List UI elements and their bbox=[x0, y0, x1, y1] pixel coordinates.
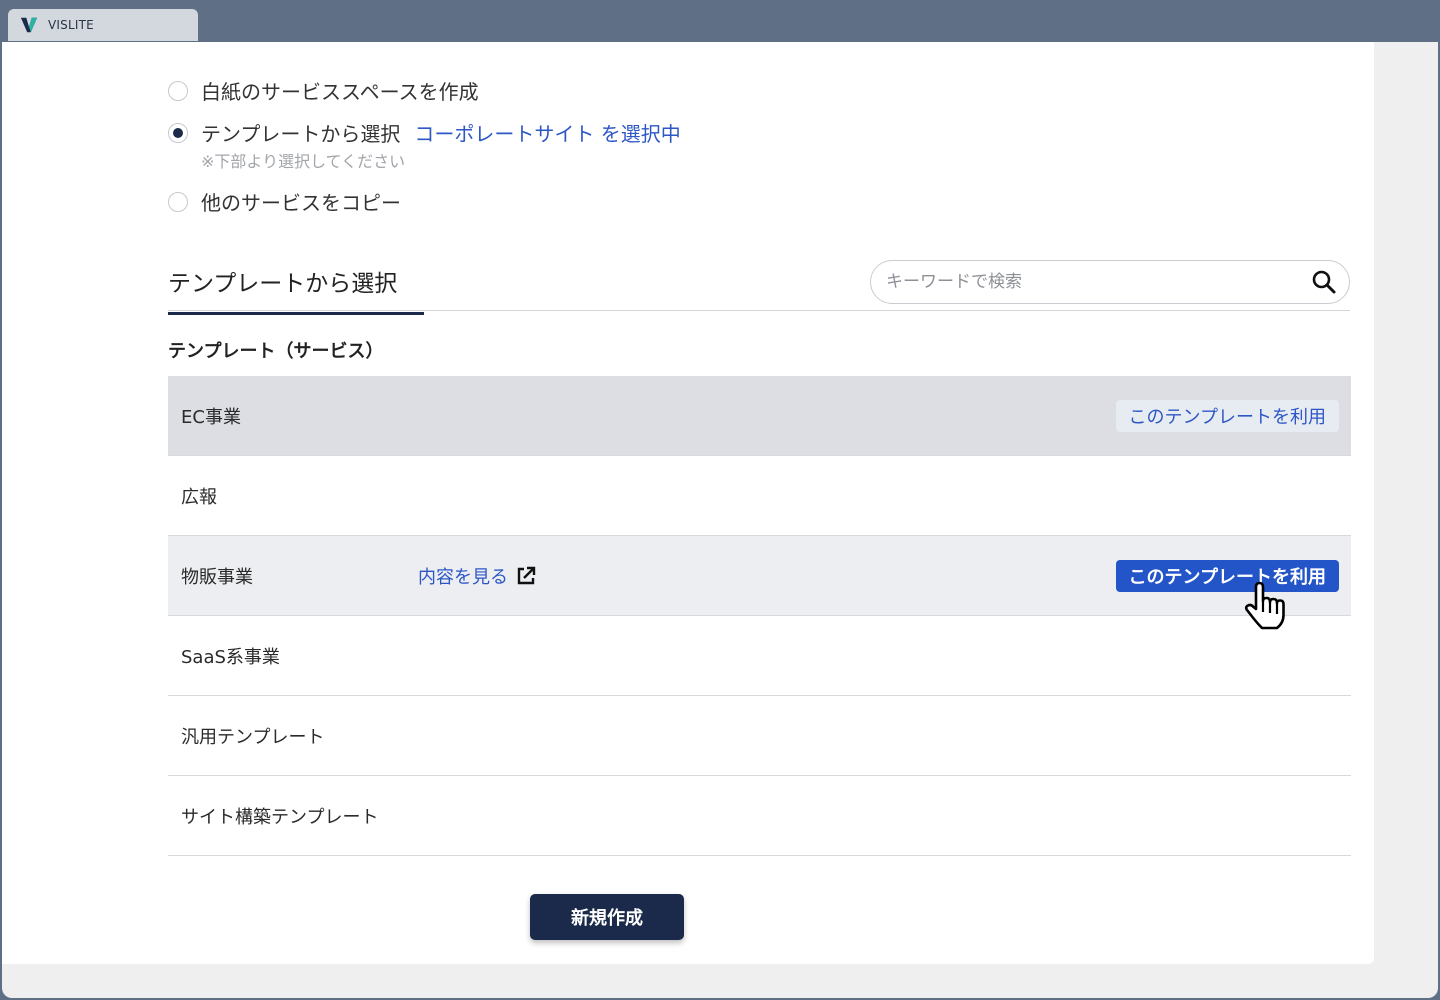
option-template-hint: ※下部より選択してください bbox=[201, 152, 406, 171]
template-row-ec[interactable]: EC事業 このテンプレートを利用 bbox=[168, 376, 1351, 456]
section-divider bbox=[168, 310, 1350, 311]
template-row-site[interactable]: サイト構築テンプレート bbox=[168, 776, 1351, 856]
template-row-retail[interactable]: 物販事業 内容を見る このテンプレートを利用 bbox=[168, 536, 1351, 616]
template-row-pr[interactable]: 広報 bbox=[168, 456, 1351, 536]
view-content-link[interactable]: 内容を見る bbox=[418, 563, 537, 589]
template-name: 広報 bbox=[181, 486, 217, 508]
template-name: EC事業 bbox=[181, 406, 241, 428]
template-name: 物販事業 bbox=[181, 566, 253, 588]
create-new-button[interactable]: 新規作成 bbox=[530, 894, 684, 940]
use-template-button-ec[interactable]: このテンプレートを利用 bbox=[1115, 399, 1339, 432]
template-row-general[interactable]: 汎用テンプレート bbox=[168, 696, 1351, 776]
app-tab[interactable]: VISLITE bbox=[8, 9, 198, 41]
radio-blank[interactable] bbox=[168, 80, 188, 101]
option-blank-label: 白紙のサービススペースを作成 bbox=[201, 80, 479, 104]
template-name: 汎用テンプレート bbox=[181, 726, 325, 748]
view-content-label: 内容を見る bbox=[418, 566, 508, 588]
option-template-label: テンプレートから選択 bbox=[201, 122, 401, 146]
template-name: サイト構築テンプレート bbox=[181, 806, 379, 828]
main-panel: 白紙のサービススペースを作成 テンプレートから選択 コーポレートサイト を選択中… bbox=[2, 42, 1374, 964]
option-copy[interactable]: 他のサービスをコピー bbox=[168, 187, 401, 216]
option-copy-label: 他のサービスをコピー bbox=[201, 191, 401, 215]
search-box[interactable] bbox=[870, 260, 1350, 304]
app-window: 白紙のサービススペースを作成 テンプレートから選択 コーポレートサイト を選択中… bbox=[2, 42, 1438, 998]
search-icon[interactable] bbox=[1311, 269, 1337, 295]
template-name: SaaS系事業 bbox=[181, 646, 280, 668]
template-list: EC事業 このテンプレートを利用 広報 物販事業 内容を見る このテンプレートを… bbox=[168, 376, 1351, 856]
search-input[interactable] bbox=[886, 272, 1311, 292]
radio-template[interactable] bbox=[168, 122, 188, 143]
option-blank[interactable]: 白紙のサービススペースを作成 bbox=[168, 76, 479, 105]
external-link-icon bbox=[517, 566, 536, 584]
app-title: VISLITE bbox=[48, 18, 94, 32]
option-template[interactable]: テンプレートから選択 コーポレートサイト を選択中 bbox=[168, 118, 681, 147]
selected-template-text: コーポレートサイト を選択中 bbox=[414, 122, 681, 146]
vislite-logo-icon bbox=[20, 17, 38, 33]
template-list-title: テンプレート（サービス） bbox=[168, 341, 384, 362]
hand-pointer-icon bbox=[1244, 581, 1285, 630]
radio-copy[interactable] bbox=[168, 191, 188, 212]
template-row-saas[interactable]: SaaS系事業 bbox=[168, 616, 1351, 696]
section-title-tab[interactable]: テンプレートから選択 bbox=[168, 264, 424, 315]
use-template-button-retail[interactable]: このテンプレートを利用 bbox=[1115, 559, 1339, 592]
